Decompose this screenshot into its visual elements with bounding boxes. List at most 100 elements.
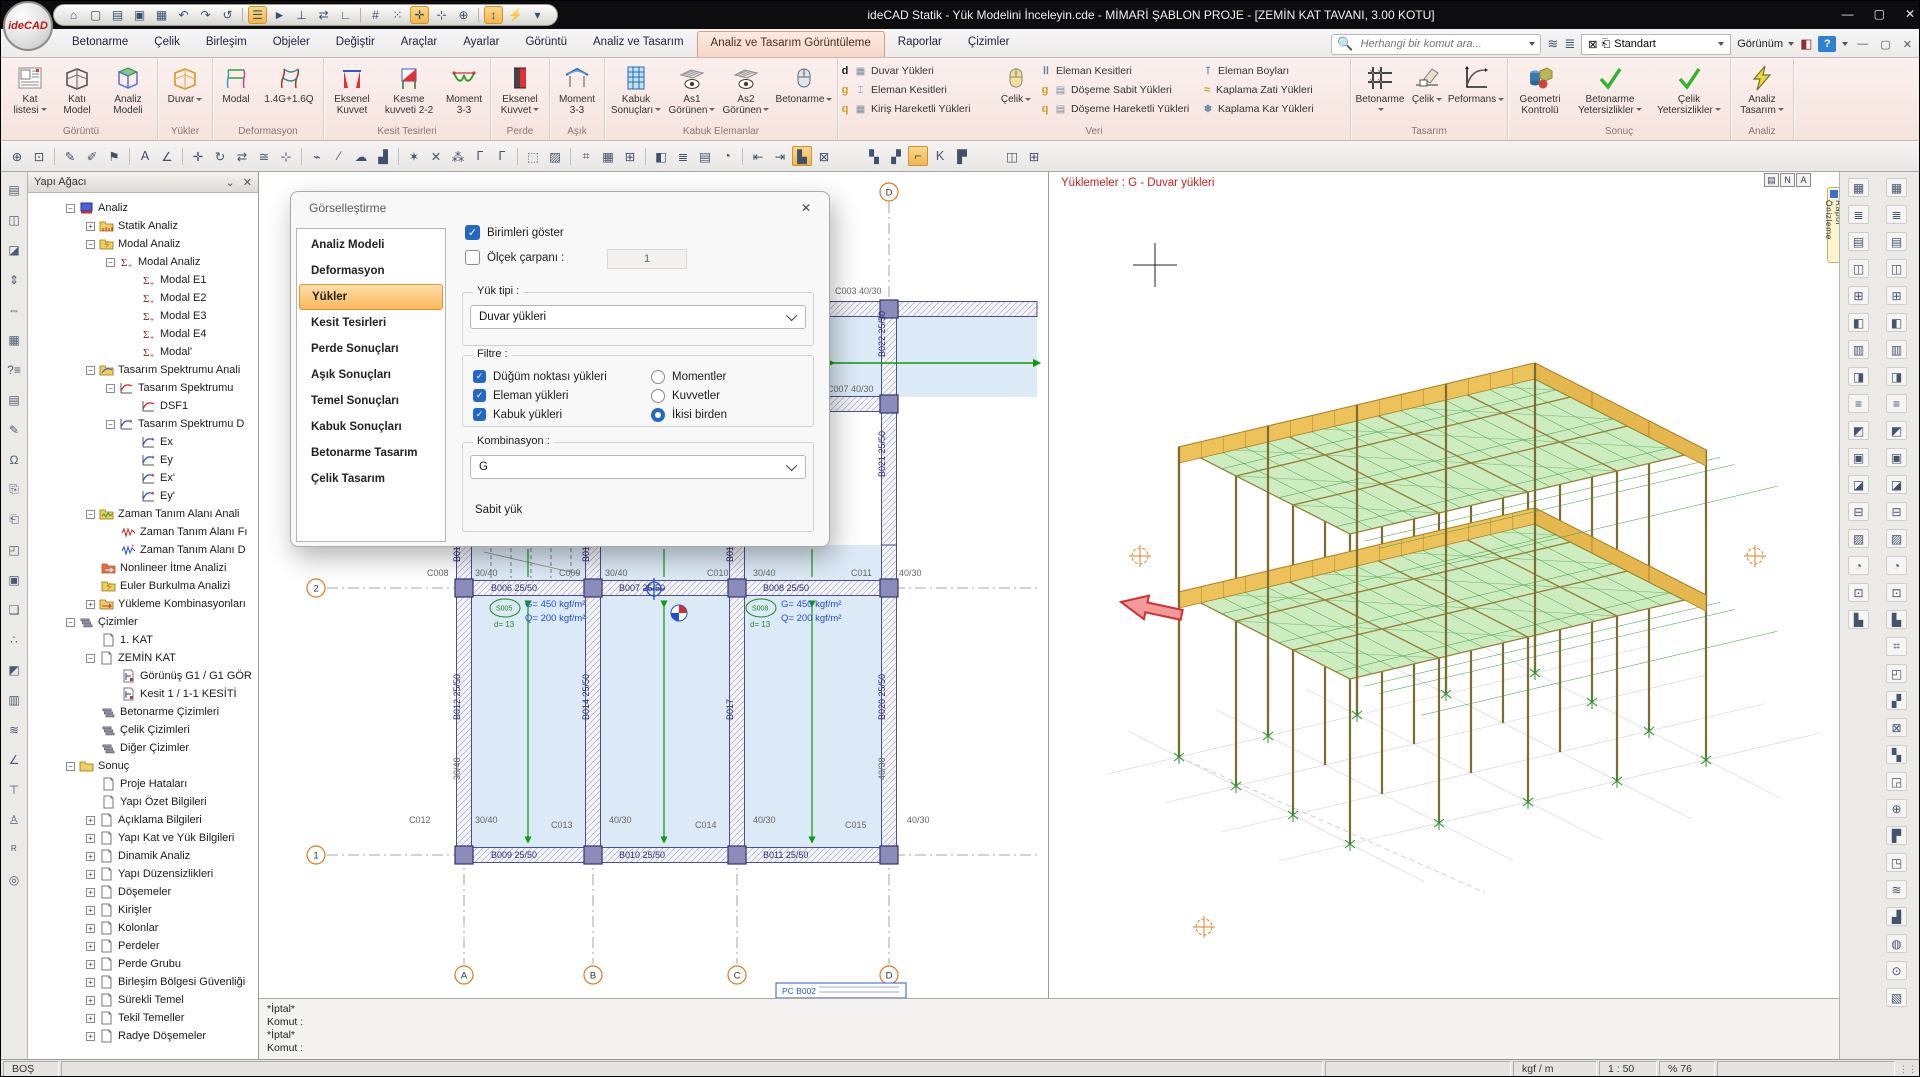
tab-g-r-nt-[interactable]: Görüntü xyxy=(512,31,580,57)
collapse-icon[interactable]: − xyxy=(86,510,95,519)
tree-item[interactable]: +Statik Analiz xyxy=(28,217,258,235)
side-tool-icon[interactable]: ◫ xyxy=(4,210,24,229)
side-tool-icon[interactable]: ◎ xyxy=(4,870,24,889)
collapse-icon[interactable]: − xyxy=(106,258,115,267)
side-tool-icon[interactable]: ♙ xyxy=(4,810,24,829)
side-tool-icon[interactable]: ⎗ xyxy=(4,510,24,529)
tool-icon[interactable]: ⁂ xyxy=(448,146,468,166)
tree-item[interactable]: +Ex' xyxy=(28,469,258,487)
right-tool-icon[interactable]: ◍ xyxy=(1886,934,1907,953)
ribbon-button-geometri-kontrol-[interactable]: Geometri Kontrolü xyxy=(1510,59,1570,125)
corner-icon[interactable]: ∟ xyxy=(336,6,355,24)
ortho-icon[interactable]: ⊥ xyxy=(292,6,311,24)
filter-radio-2[interactable]: İkisi birden xyxy=(651,408,727,422)
dialog-list-item-kesit-tesirleri[interactable]: Kesit Tesirleri xyxy=(299,310,443,336)
right-tool-icon[interactable]: ▣ xyxy=(1848,448,1869,467)
tab-de-i-tir[interactable]: Değiştir xyxy=(323,31,388,57)
side-tool-icon[interactable]: ✎ xyxy=(4,420,24,439)
ribbon-button-celik-secim[interactable]: Çelik xyxy=(992,59,1040,125)
tab-betonarme[interactable]: Betonarme xyxy=(59,31,141,57)
expand-icon[interactable]: + xyxy=(86,906,95,915)
tree-item[interactable]: Σ+Modal' xyxy=(28,343,258,361)
side-tool-icon[interactable]: ◩ xyxy=(4,660,24,679)
side-tool-icon[interactable]: ▣ xyxy=(4,570,24,589)
right-tool-icon[interactable]: ≋ xyxy=(1886,880,1907,899)
tree-item[interactable]: Nonlineer İtme Analizi xyxy=(28,559,258,577)
tool-icon[interactable]: ⊡ xyxy=(29,146,49,166)
tree-item[interactable]: −Modal Analiz xyxy=(28,235,258,253)
osnap-icon[interactable]: ✛ xyxy=(410,6,429,24)
tool-icon[interactable]: ▞ xyxy=(886,146,906,166)
tab-objeler[interactable]: Objeler xyxy=(260,31,323,57)
right-tool-icon[interactable]: ◪ xyxy=(1848,475,1869,494)
collapse-icon[interactable]: − xyxy=(106,420,115,429)
tree-item[interactable]: −Zaman Tanım Alanı Anali xyxy=(28,505,258,523)
right-tool-icon[interactable]: ◩ xyxy=(1848,421,1869,440)
tree-item[interactable]: −Sonuç xyxy=(28,757,258,775)
dialog-list-item--elik-tasar-m[interactable]: Çelik Tasarım xyxy=(299,466,443,492)
expand-icon[interactable]: + xyxy=(86,942,95,951)
combination-combobox[interactable]: G xyxy=(470,455,806,479)
mdi-minimize-button[interactable]: — xyxy=(1854,38,1871,50)
tool-icon[interactable]: ⌐ xyxy=(908,146,928,166)
filter-radio-0[interactable]: Momentler xyxy=(651,370,726,384)
tool-icon[interactable]: ⊕ xyxy=(7,146,27,166)
select-icon[interactable]: ► xyxy=(270,6,289,24)
tree-item[interactable]: Diğer Çizimler xyxy=(28,739,258,757)
collapse-icon[interactable]: − xyxy=(86,654,95,663)
ribbon-button-betonarme[interactable]: Betonarme xyxy=(1353,59,1407,125)
dialog-list-item-kabuk-sonu-lar-[interactable]: Kabuk Sonuçları xyxy=(299,414,443,440)
filter-radio-1[interactable]: Kuvvetler xyxy=(651,389,720,403)
tree-item[interactable]: +Radye Döşemeler xyxy=(28,1027,258,1045)
tree-item[interactable]: Betonarme Çizimleri xyxy=(28,703,258,721)
command-window[interactable]: *İptal*Komut :*İptal*Komut : xyxy=(259,998,1839,1059)
right-tool-icon[interactable]: ⊡ xyxy=(1886,583,1907,602)
right-tool-icon[interactable]: ⊡ xyxy=(1848,583,1869,602)
idecad-logo[interactable]: ideCAD xyxy=(3,1,53,51)
tree-item[interactable]: +Perde Grubu xyxy=(28,955,258,973)
ribbon-small-item[interactable]: d▦Duvar Yükleri xyxy=(840,63,992,79)
expand-icon[interactable]: + xyxy=(86,222,95,231)
tree-item[interactable]: Görünüş G1 / G1 GÖR xyxy=(28,667,258,685)
tree-item[interactable]: +Ex xyxy=(28,433,258,451)
tree-item[interactable]: Σ+Modal E3 xyxy=(28,307,258,325)
tool-icon[interactable]: ▨ xyxy=(545,146,565,166)
tab-ayarlar[interactable]: Ayarlar xyxy=(450,31,512,57)
tree-item[interactable]: +Birleşim Bölgesi Güvenliği xyxy=(28,973,258,991)
right-tool-icon[interactable]: ◨ xyxy=(1848,367,1869,386)
side-tool-icon[interactable]: Ω xyxy=(4,450,24,469)
expand-icon[interactable]: + xyxy=(86,996,95,1005)
ribbon-small-item[interactable]: g▤Döşeme Sabit Yükleri xyxy=(1040,82,1202,98)
right-tool-icon[interactable]: ⊠ xyxy=(1886,718,1907,737)
side-tool-icon[interactable]: ∠ xyxy=(4,750,24,769)
model-3d-view[interactable]: Yüklemeler : G - Duvar yükleri ▤NA xyxy=(1049,172,1839,998)
right-tool-icon[interactable]: ⊕ xyxy=(1886,799,1907,818)
tree-item[interactable]: Σ+Modal E1 xyxy=(28,271,258,289)
side-tool-icon[interactable]: ◪ xyxy=(4,240,24,259)
tool-icon[interactable]: ⊞ xyxy=(1024,146,1044,166)
ribbon-small-item[interactable]: q▦Kiriş Hareketli Yükleri xyxy=(840,101,992,117)
tree-item[interactable]: +Ey xyxy=(28,451,258,469)
collapse-icon[interactable]: − xyxy=(106,384,115,393)
help-dropdown-icon[interactable] xyxy=(1842,42,1848,46)
side-tool-icon[interactable]: ᴿ xyxy=(4,840,24,859)
right-tool-icon[interactable]: ◩ xyxy=(1886,421,1907,440)
right-tool-icon[interactable]: ▦ xyxy=(1848,178,1869,197)
expand-icon[interactable]: + xyxy=(86,600,95,609)
ribbon-button-moment-3-3[interactable]: Moment 3-3 xyxy=(440,59,488,125)
parallel-icon[interactable]: ⇄ xyxy=(314,6,333,24)
tool-icon[interactable]: Γ xyxy=(492,146,512,166)
ribbon-small-item[interactable]: ⊺Eleman Boyları xyxy=(1202,63,1348,79)
tool-icon[interactable]: ◫ xyxy=(1002,146,1022,166)
dimension-icon[interactable]: ↕ xyxy=(484,6,503,24)
collapse-icon[interactable]: − xyxy=(66,618,75,627)
ribbon-button-betonarme-yetersizlikler[interactable]: Betonarme Yetersizlikler xyxy=(1570,59,1650,125)
side-tool-icon[interactable]: ▤ xyxy=(4,390,24,409)
view-menu[interactable]: Görünüm xyxy=(1737,38,1794,50)
expand-icon[interactable]: + xyxy=(86,924,95,933)
layer-stack-icon[interactable]: ≣ xyxy=(1564,36,1575,52)
expand-icon[interactable]: + xyxy=(86,870,95,879)
right-tool-icon[interactable]: ⊞ xyxy=(1848,286,1869,305)
tab-birle-im[interactable]: Birleşim xyxy=(193,31,260,57)
tree-item[interactable]: +Tekil Temeller xyxy=(28,1009,258,1027)
